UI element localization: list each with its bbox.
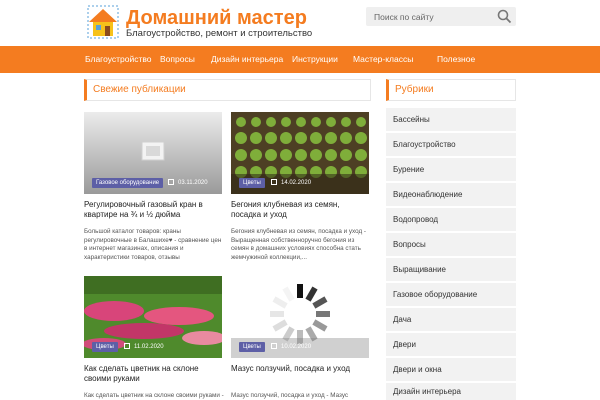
post-date: 10.02.2020 — [271, 342, 311, 352]
post-excerpt: Мазус ползучий, посадка и уход - Мазус п… — [231, 392, 349, 399]
sidebar-header: Рубрики — [386, 79, 516, 101]
sidebar-item-gazovoe-oborudovanie[interactable]: Газовое оборудование — [386, 283, 516, 306]
calendar-icon — [124, 343, 130, 349]
post-date-text: 03.11.2020 — [178, 180, 208, 186]
sidebar-item-dveri-i-okna[interactable]: Двери и окна — [386, 358, 516, 381]
calendar-icon — [271, 343, 277, 349]
sidebar-item-vodoprovod[interactable]: Водопровод — [386, 208, 516, 231]
post-title[interactable]: Как сделать цветник на склоне своими рук… — [84, 364, 224, 384]
post-date: 11.02.2020 — [124, 342, 164, 352]
house-icon[interactable] — [86, 4, 120, 40]
search-box — [366, 7, 516, 26]
post-excerpt: Бегония клубневая из семян, посадка и ух… — [231, 228, 366, 261]
sidebar-title: Рубрики — [395, 84, 434, 95]
sidebar-item-burenie[interactable]: Бурение — [386, 158, 516, 181]
nav-item-voprosy[interactable]: Вопросы — [160, 46, 195, 73]
category-badge[interactable]: Цветы — [92, 342, 118, 352]
section-title: Свежие публикации — [93, 84, 186, 95]
calendar-icon — [168, 179, 174, 185]
post-date: 14.02.2020 — [271, 178, 311, 188]
calendar-icon — [271, 179, 277, 185]
sidebar-item-dizayn-interyera[interactable]: Дизайн интерьера — [386, 383, 516, 400]
site-subtitle: Благоустройство, ремонт и строительство — [126, 28, 313, 39]
main-nav: Благоустройство Вопросы Дизайн интерьера… — [0, 46, 600, 73]
post-excerpt: Как сделать цветник на склоне своими рук… — [84, 392, 224, 399]
post-date: 03.11.2020 — [168, 178, 208, 188]
post-date-text: 11.02.2020 — [134, 344, 164, 350]
site-header: Домашний мастер Благоустройство, ремонт … — [0, 0, 600, 46]
sidebar-item-blagoustroystvo[interactable]: Благоустройство — [386, 133, 516, 156]
nav-item-master-klassy[interactable]: Мастер-классы — [353, 46, 413, 73]
category-badge[interactable]: Цветы — [239, 342, 265, 352]
sidebar-item-vyrashchivanie[interactable]: Выращивание — [386, 258, 516, 281]
nav-item-poleznoe[interactable]: Полезное — [437, 46, 475, 73]
nav-item-dizayn[interactable]: Дизайн интерьера — [211, 46, 283, 73]
sidebar-item-dacha[interactable]: Дача — [386, 308, 516, 331]
category-badge[interactable]: Цветы — [239, 178, 265, 188]
nav-item-blagoustroystvo[interactable]: Благоустройство — [85, 46, 152, 73]
nav-item-instruktsii[interactable]: Инструкции — [292, 46, 338, 73]
site-title[interactable]: Домашний мастер — [126, 7, 307, 30]
sidebar-item-videonablyudenie[interactable]: Видеонаблюдение — [386, 183, 516, 206]
post-title[interactable]: Бегония клубневая из семян, посадка и ух… — [231, 200, 371, 220]
post-title[interactable]: Регулировочный газовый кран в квартире н… — [84, 200, 224, 220]
post-date-text: 14.02.2020 — [281, 180, 312, 186]
post-title[interactable]: Мазус ползучий, посадка и уход — [231, 364, 371, 374]
section-header: Свежие публикации — [84, 79, 371, 101]
sidebar-item-dveri[interactable]: Двери — [386, 333, 516, 356]
sidebar-item-basseyny[interactable]: Бассейны — [386, 108, 516, 131]
post-excerpt: Большой каталог товаров: краны регулиров… — [84, 228, 222, 261]
sidebar-item-voprosy[interactable]: Вопросы — [386, 233, 516, 256]
category-badge[interactable]: Газовое оборудование — [92, 178, 164, 188]
post-date-text: 10.02.2020 — [281, 344, 312, 350]
search-icon[interactable] — [496, 8, 513, 25]
search-input[interactable] — [366, 7, 492, 26]
